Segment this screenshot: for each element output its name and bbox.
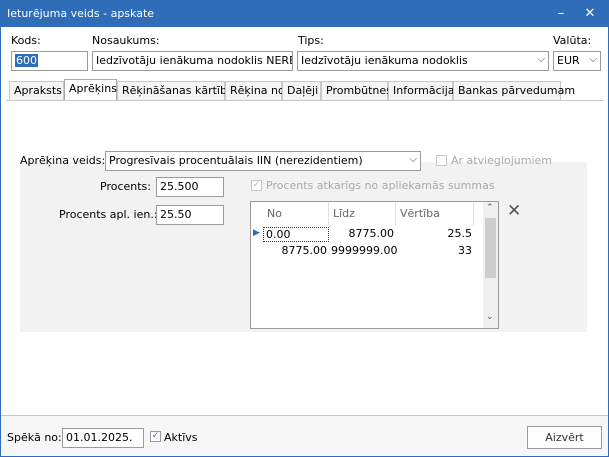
chevron-up-icon[interactable]: ⌃ xyxy=(486,203,494,213)
relief-checkbox[interactable] xyxy=(436,155,447,166)
tips-value: Iedzīvotāju ienākuma nodoklis xyxy=(301,54,468,67)
tab-aprekins[interactable]: Aprēķins xyxy=(64,79,117,100)
method-label: Aprēķina veids: xyxy=(20,154,106,167)
title-bar: Ieturējuma veids - apskate – ✕ xyxy=(1,1,608,27)
chevron-down-icon: ⌵ xyxy=(589,54,597,65)
close-icon[interactable]: ✕ xyxy=(579,4,601,24)
window-title: Ieturējuma veids - apskate xyxy=(7,7,155,20)
depends-label: Procents atkarīgs no apliekamās summas xyxy=(266,179,495,192)
speka-date-field[interactable]: 01.01.2025. xyxy=(62,428,144,448)
kods-value: 600 xyxy=(15,54,38,67)
cell-lidz[interactable]: 9999999.00 xyxy=(329,244,397,259)
tab-rekinasanas-kartiba[interactable]: Rēķināšanas kārtība xyxy=(117,81,234,100)
nosaukums-label: Nosaukums: xyxy=(92,34,160,47)
cell-lidz[interactable]: 8775.00 xyxy=(329,227,396,242)
delete-row-icon[interactable]: ✕ xyxy=(507,201,521,221)
chevron-down-icon[interactable]: ⌄ xyxy=(486,312,494,322)
nosaukums-field[interactable]: Iedzīvotāju ienākuma nodoklis NEREZ 2( xyxy=(92,51,293,71)
tab-daleji[interactable]: Daļēji xyxy=(282,81,321,100)
valuta-value: EUR xyxy=(557,54,580,67)
cell-no[interactable]: 8775.00 xyxy=(263,244,329,259)
tab-rekina-no[interactable]: Rēķina no xyxy=(225,81,285,100)
aktivs-label: Aktīvs xyxy=(164,431,198,444)
percent-field[interactable]: 25.500 xyxy=(156,177,224,197)
scrollbar-thumb[interactable] xyxy=(485,218,496,278)
tips-label: Tips: xyxy=(298,34,324,47)
grid-header-lidz[interactable]: Līdz xyxy=(329,202,396,226)
tab-prombutnes[interactable]: Prombūtnes xyxy=(321,81,392,100)
cell-vertiba[interactable]: 33 xyxy=(396,244,474,259)
dialog-window: Ieturējuma veids - apskate – ✕ Kods: 600… xyxy=(0,0,609,457)
grid-header-vertiba[interactable]: Vērtība xyxy=(396,202,474,226)
chevron-down-icon: ⌵ xyxy=(537,54,545,65)
grid-header-no[interactable]: No xyxy=(263,202,329,226)
valuta-label: Valūta: xyxy=(553,34,592,47)
relief-label: Ar atvieglojumiem xyxy=(451,154,552,167)
grid-scrollbar[interactable]: ⌃ ⌄ xyxy=(483,202,498,328)
speka-label: Spēkā no: xyxy=(7,431,62,444)
kods-label: Kods: xyxy=(11,34,41,47)
tab-apraksts[interactable]: Apraksts xyxy=(9,81,64,100)
percent-apl-label: Procents apl. ien.: xyxy=(59,208,158,221)
tab-informacija[interactable]: Informācija xyxy=(388,81,455,100)
row-pointer-icon: ▶ xyxy=(253,228,260,238)
cell-vertiba[interactable]: 25.5 xyxy=(396,227,474,242)
tips-select[interactable]: Iedzīvotāju ienākuma nodoklis ⌵ xyxy=(297,51,549,71)
tab-bankas-parvedumam[interactable]: Bankas pārvedumam xyxy=(453,81,575,100)
close-button[interactable]: Aizvērt xyxy=(527,426,602,449)
chevron-down-icon: ⌵ xyxy=(409,154,417,165)
valuta-select[interactable]: EUR ⌵ xyxy=(553,51,601,71)
method-value: Progresīvais procentuālais IIN (nerezide… xyxy=(109,154,363,167)
method-select[interactable]: Progresīvais procentuālais IIN (nerezide… xyxy=(105,151,421,171)
percent-label: Procents: xyxy=(100,180,151,193)
aktivs-checkbox[interactable]: ✓ xyxy=(150,431,161,442)
minimize-icon[interactable]: – xyxy=(550,4,572,24)
cell-no[interactable]: 0.00 xyxy=(263,227,329,242)
kods-field[interactable]: 600 xyxy=(11,51,88,71)
percent-apl-field[interactable]: 25.50 xyxy=(156,205,224,225)
depends-checkbox[interactable]: ✓ xyxy=(251,180,262,191)
rates-grid[interactable]: No Līdz Vērtība ▶ 0.00 8775.00 25.5 8775… xyxy=(250,201,499,329)
